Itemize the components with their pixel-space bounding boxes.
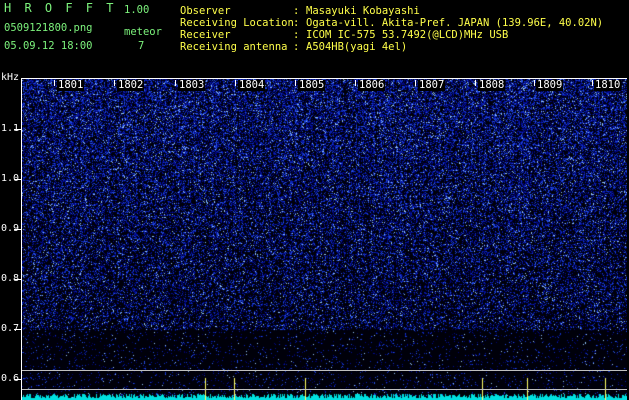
y-axis-unit: kHz bbox=[1, 72, 20, 83]
receiver-value: ICOM IC-575 53.7492(@LCD)MHz USB bbox=[306, 29, 509, 41]
file-name: 0509121800.png bbox=[4, 22, 93, 34]
receiver-sep: : bbox=[293, 29, 300, 41]
y-tick bbox=[14, 329, 21, 330]
minute-tick bbox=[415, 80, 416, 86]
receiver-label: Receiver bbox=[180, 29, 231, 41]
app-version: 1.00 bbox=[124, 4, 150, 16]
observer-sep: : bbox=[293, 5, 300, 17]
minute-tick bbox=[592, 80, 593, 86]
y-tick bbox=[14, 229, 21, 230]
minute-tick bbox=[295, 80, 296, 86]
minute-label-1807: 1807 bbox=[418, 79, 446, 91]
minute-label-1806: 1806 bbox=[358, 79, 386, 91]
minute-label-1803: 1803 bbox=[178, 79, 206, 91]
antenna-value: A504HB(yagi 4el) bbox=[306, 41, 408, 53]
minute-tick bbox=[54, 80, 55, 86]
location-value: Ogata-vill. Akita-Pref. JAPAN (139.96E, … bbox=[306, 17, 604, 29]
minute-tick bbox=[235, 80, 236, 86]
y-tick bbox=[14, 179, 21, 180]
minute-label-1805: 1805 bbox=[298, 79, 326, 91]
minute-label-1810: 1810 bbox=[594, 79, 622, 91]
reference-line bbox=[22, 370, 627, 371]
app-name: H R O F F T bbox=[4, 1, 117, 15]
reference-line bbox=[22, 389, 627, 390]
observer-value: Masayuki Kobayashi bbox=[306, 5, 420, 17]
y-tick bbox=[14, 379, 21, 380]
antenna-sep: : bbox=[293, 41, 300, 53]
location-sep: : bbox=[293, 17, 300, 29]
y-axis-line bbox=[21, 78, 22, 400]
minute-label-1801: 1801 bbox=[57, 79, 85, 91]
minute-tick bbox=[534, 80, 535, 86]
location-label: Receiving Location bbox=[180, 17, 294, 29]
meteor-count: 7 bbox=[138, 40, 145, 52]
y-tick bbox=[14, 279, 21, 280]
minute-label-1802: 1802 bbox=[117, 79, 145, 91]
hrofft-window: H R O F F T 1.00 0509121800.png meteor 0… bbox=[0, 0, 629, 400]
spectrogram-canvas bbox=[22, 78, 627, 400]
minute-tick bbox=[175, 80, 176, 86]
minute-tick bbox=[355, 80, 356, 86]
minute-label-1804: 1804 bbox=[238, 79, 266, 91]
meteor-label: meteor bbox=[124, 26, 162, 38]
spectrogram bbox=[22, 78, 627, 400]
antenna-label: Receiving antenna bbox=[180, 41, 288, 53]
minute-tick bbox=[475, 80, 476, 86]
minute-tick bbox=[114, 80, 115, 86]
minute-label-1808: 1808 bbox=[478, 79, 506, 91]
y-tick bbox=[14, 129, 21, 130]
date-time: 05.09.12 18:00 bbox=[4, 40, 93, 52]
minute-label-1809: 1809 bbox=[536, 79, 564, 91]
observer-label: Observer bbox=[180, 5, 231, 17]
